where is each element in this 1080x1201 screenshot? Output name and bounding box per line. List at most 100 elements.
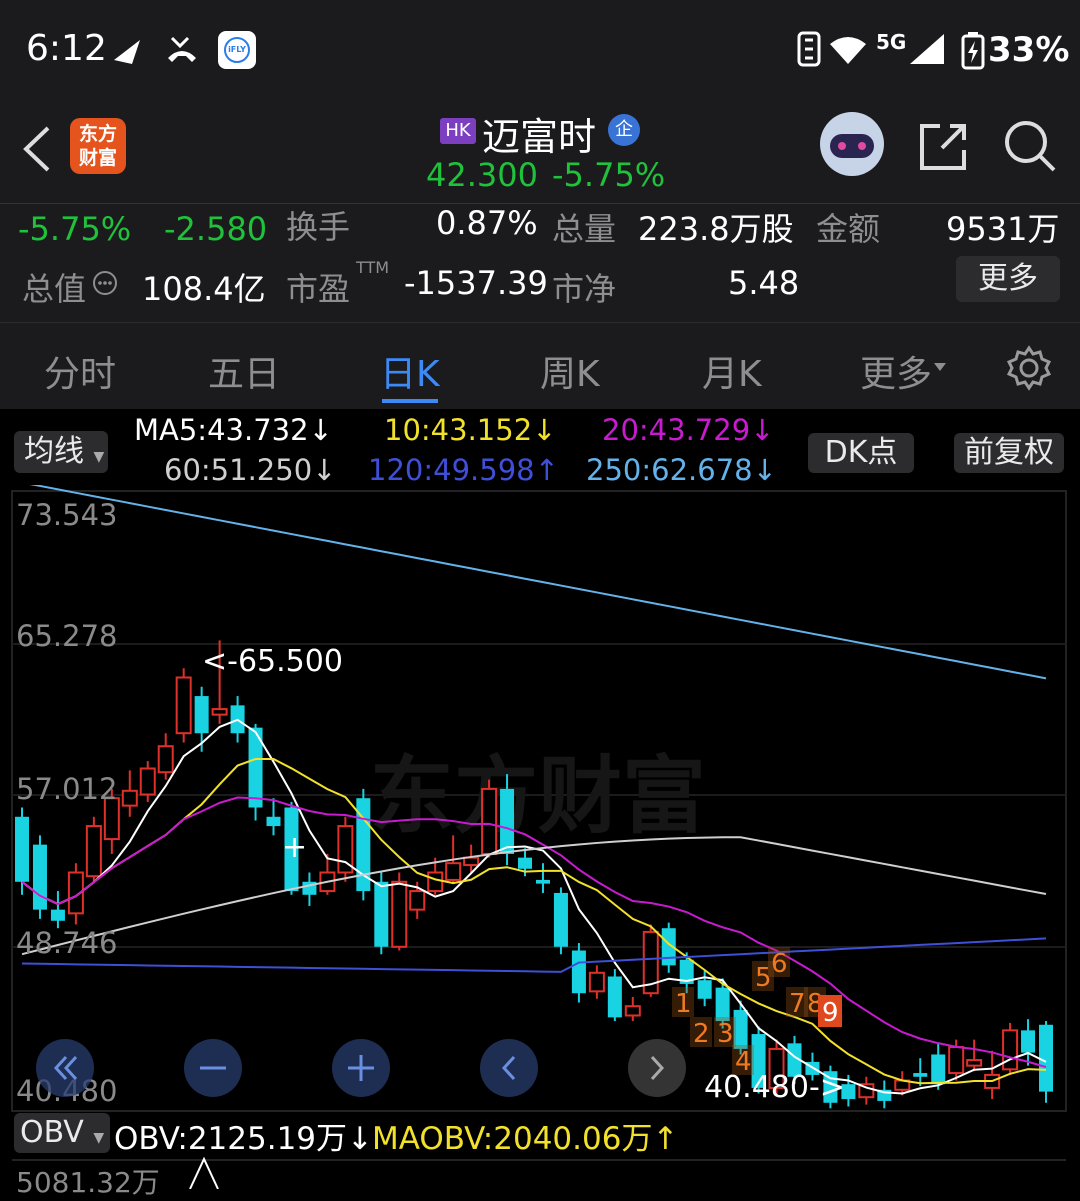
- ma10-legend: 10:43.152↓: [384, 413, 557, 447]
- adjust-button[interactable]: 前复权: [954, 433, 1064, 473]
- settings-gear-icon[interactable]: [1006, 345, 1052, 391]
- header-price: 42.300: [426, 156, 538, 194]
- candle-body: [391, 880, 408, 948]
- logo-text-bottom: 财富: [78, 147, 117, 169]
- fast-back-button[interactable]: [36, 1039, 94, 1097]
- candle-body: [571, 950, 586, 994]
- candle-body: [481, 787, 498, 855]
- dk-signal: 6: [771, 949, 788, 979]
- zoom-in-button[interactable]: [332, 1039, 390, 1097]
- candle-body: [121, 789, 138, 807]
- tab-five-day[interactable]: 五日: [208, 345, 280, 397]
- data-icon: [797, 31, 821, 67]
- ma250-line: [29, 485, 1047, 680]
- candle-body: [607, 976, 622, 1018]
- zoom-out-button[interactable]: [184, 1039, 242, 1097]
- header-change: -5.75%: [552, 156, 666, 194]
- move-left-button[interactable]: [480, 1039, 538, 1097]
- y-label-3: 57.012: [16, 772, 117, 806]
- wifi-icon: [830, 37, 866, 64]
- candlestick-chart[interactable]: 东方财富 73.543 65.278 57.012 48.746 40.480 …: [0, 485, 1080, 1189]
- candle-body: [697, 980, 712, 999]
- indicator-select-button[interactable]: OBV ▼: [14, 1113, 110, 1153]
- more-quote-button[interactable]: 更多: [956, 256, 1060, 302]
- ma-type-button[interactable]: 均线 ▼: [14, 431, 108, 473]
- candle-body: [1021, 1030, 1036, 1053]
- status-time: 6:12: [26, 28, 107, 69]
- ma5-legend: MA5:43.732↓: [134, 413, 333, 447]
- more-dropdown-icon: [934, 363, 946, 371]
- high-annotation: <-65.500: [202, 644, 343, 679]
- dk-point-button[interactable]: DK点: [808, 433, 914, 473]
- stock-header: 东方 财富 HK 迈富时 企 42.300 -5.75%: [0, 100, 1080, 203]
- quote-panel: -5.75% -2.580 换手 0.87% 总量 223.8万股 金额 953…: [0, 203, 1080, 322]
- candle-body: [266, 816, 281, 827]
- ma120-legend: 120:49.598↑: [368, 453, 559, 487]
- stock-name: 迈富时: [482, 115, 597, 159]
- candle-body: [50, 909, 65, 921]
- indicator-label: OBV: [20, 1115, 84, 1150]
- info-icon[interactable]: [92, 270, 118, 296]
- tab-daily-k[interactable]: 日K: [380, 345, 440, 397]
- dk-signal: 7: [789, 989, 806, 1019]
- watermark: 东方财富: [370, 747, 706, 845]
- candle-body: [157, 745, 174, 774]
- candle-body: [445, 862, 462, 881]
- candle-body: [1002, 1029, 1019, 1071]
- candle-body: [427, 871, 444, 893]
- tab-minute[interactable]: 分时: [44, 345, 116, 397]
- candle-body: [32, 844, 47, 910]
- mktcap-label: 总值: [22, 270, 87, 308]
- robot-assistant-icon[interactable]: [820, 112, 884, 176]
- candle-body: [15, 816, 29, 882]
- amount-label: 金额: [816, 210, 881, 248]
- obv-panel: [12, 1159, 1066, 1201]
- tab-weekly-k[interactable]: 周K: [540, 345, 600, 397]
- messenger-icon: [114, 40, 140, 64]
- candle-body: [715, 987, 730, 1022]
- pe-value: -1537.39: [404, 264, 548, 302]
- obv-line: [189, 1156, 219, 1189]
- pb-label: 市净: [552, 270, 617, 308]
- enterprise-badge: 企: [608, 114, 640, 146]
- candle-body: [500, 788, 515, 854]
- ma60-line: [21, 836, 1047, 956]
- signal-icon: [910, 34, 944, 64]
- ma-type-label: 均线: [24, 434, 84, 469]
- turnover-label: 换手: [286, 208, 351, 246]
- dk-signal: 3: [717, 1019, 734, 1049]
- battery-level: 33%: [988, 30, 1070, 70]
- candle-body: [931, 1054, 946, 1085]
- candle-body: [588, 971, 605, 993]
- dk-signal-final: 9: [822, 998, 839, 1028]
- ifly-icon: iFLY: [218, 31, 256, 69]
- market-badge: HK: [440, 118, 476, 144]
- tab-monthly-k[interactable]: 月K: [702, 345, 762, 397]
- candle-body: [374, 881, 389, 947]
- low-annotation: 40.480->: [704, 1070, 845, 1105]
- status-bar: 6:12 iFLY 5G 33%: [0, 0, 1080, 100]
- move-right-button[interactable]: [628, 1039, 686, 1097]
- battery-icon: [961, 32, 985, 70]
- ma250-legend: 250:62.678↓: [586, 453, 777, 487]
- candle-body: [518, 857, 533, 869]
- candle-body: [194, 696, 209, 734]
- maobv-value: MAOBV:2040.06万↑: [372, 1121, 679, 1157]
- app-logo[interactable]: 东方 财富: [70, 118, 126, 174]
- candle-body: [624, 1005, 641, 1017]
- turnover-value: 0.87%: [436, 204, 538, 242]
- plus-icon: [348, 1055, 374, 1081]
- network-type: 5G: [876, 30, 907, 54]
- tab-more[interactable]: 更多: [860, 345, 932, 397]
- ma20-legend: 20:43.729↓: [602, 413, 775, 447]
- amount-value: 9531万: [946, 210, 1060, 248]
- back-icon[interactable]: [20, 124, 52, 174]
- candle-body: [175, 676, 192, 735]
- volume-label: 总量: [552, 210, 617, 248]
- y-label-2: 65.278: [16, 619, 117, 653]
- minus-icon: [200, 1066, 226, 1070]
- indicator-dropdown-icon: ▼: [93, 1130, 105, 1146]
- share-icon[interactable]: [918, 120, 970, 172]
- active-tab-indicator: [382, 399, 438, 403]
- search-icon[interactable]: [1002, 118, 1058, 174]
